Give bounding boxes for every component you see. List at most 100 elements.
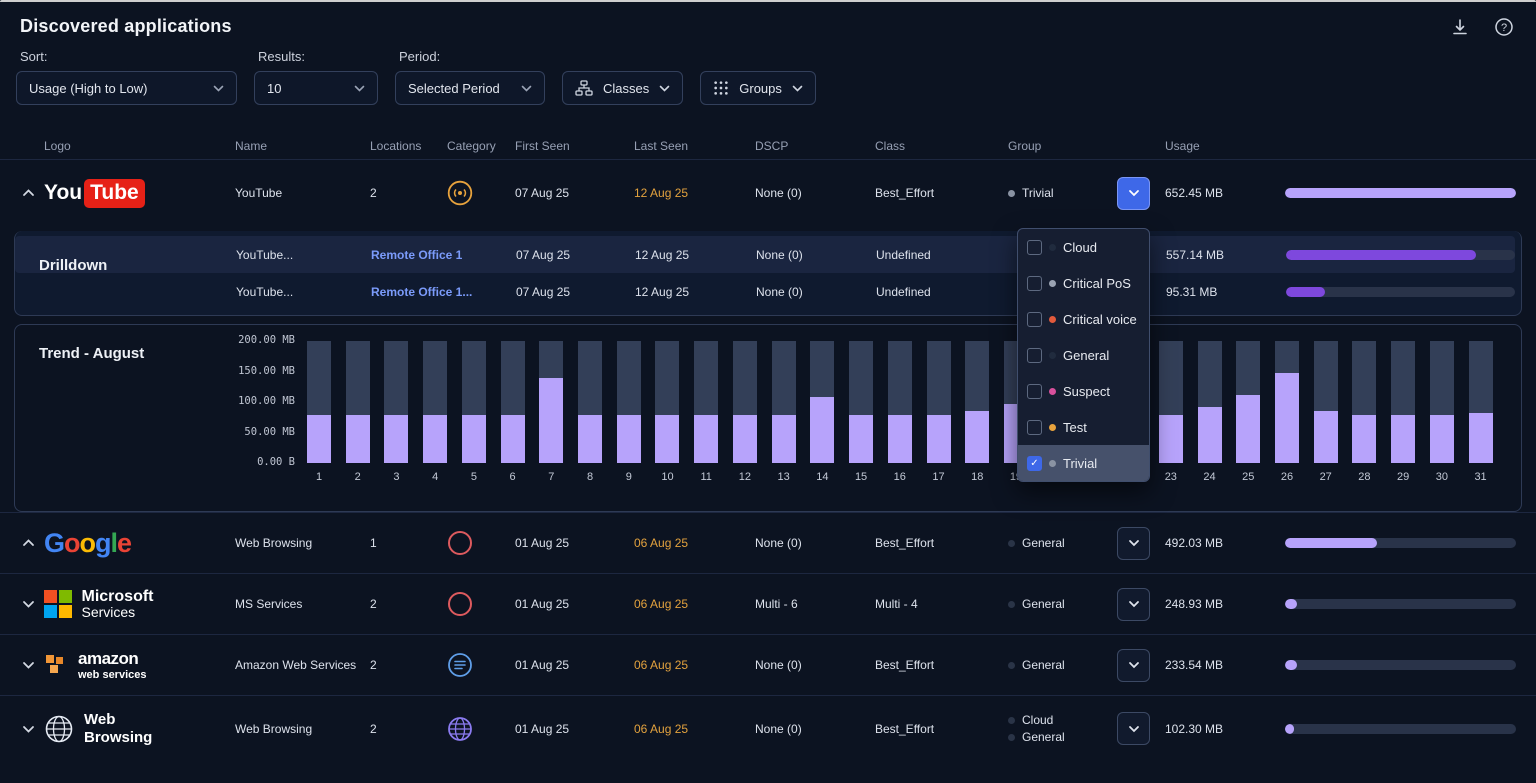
group-option-general[interactable]: General	[1018, 337, 1149, 373]
checkbox[interactable]	[1027, 348, 1042, 363]
name-cell: Amazon Web Services	[235, 658, 370, 672]
trend-x-label: 25	[1236, 471, 1260, 483]
trend-bar	[927, 341, 951, 463]
trend-x-label: 8	[578, 471, 602, 483]
chevron-down-icon[interactable]	[22, 661, 36, 669]
trend-x-label: 7	[539, 471, 563, 483]
help-icon[interactable]: ?	[1494, 17, 1514, 37]
google-logo: Google	[44, 528, 235, 559]
group-dropdown-button[interactable]	[1117, 712, 1150, 745]
chevron-up-icon[interactable]	[22, 539, 36, 547]
group-option-cloud[interactable]: Cloud	[1018, 229, 1149, 265]
google-logo-letter: G	[44, 528, 64, 558]
group-option-label: Cloud	[1063, 240, 1097, 255]
checkbox[interactable]	[1027, 384, 1042, 399]
group-color-dot	[1049, 352, 1056, 359]
trend-bar	[501, 341, 525, 463]
trend-bar	[772, 341, 796, 463]
chevron-down-icon[interactable]	[22, 600, 36, 608]
trend-x-label: 16	[888, 471, 912, 483]
amazon-logo: amazonweb services	[44, 649, 235, 681]
group-option-label: Critical voice	[1063, 312, 1137, 327]
trend-x-label: 12	[733, 471, 757, 483]
results-label: Results:	[258, 49, 378, 64]
chevron-up-icon[interactable]	[22, 189, 36, 197]
usage-value: 248.93 MB	[1165, 597, 1285, 611]
app-row-microsoft[interactable]: MicrosoftServices MS Services 2 01 Aug 2…	[0, 573, 1536, 634]
filter-bar: Sort: Usage (High to Low) Results: 10 Pe…	[0, 43, 1536, 105]
group-dropdown-button-open[interactable]	[1117, 177, 1150, 210]
group-cell: Trivial	[1008, 186, 1117, 200]
group-option-critical-pos[interactable]: Critical PoS	[1018, 265, 1149, 301]
checkbox[interactable]	[1027, 276, 1042, 291]
drill-location-link[interactable]: Remote Office 1...	[371, 285, 448, 299]
group-dropdown-button[interactable]	[1117, 527, 1150, 560]
period-select[interactable]: Selected Period	[395, 71, 545, 105]
app-row-web-browsing[interactable]: Web Browsing Web Browsing 2 01 Aug 25 06…	[0, 695, 1536, 761]
microsoft-logo-text: Microsoft	[82, 588, 154, 606]
results-select[interactable]: 10	[254, 71, 378, 105]
drilldown-row[interactable]: YouTube... Remote Office 1 07 Aug 25 12 …	[15, 236, 1515, 273]
trend-panel: Trend - August 200.00 MB150.00 MB100.00 …	[14, 324, 1522, 512]
microsoft-grid-icon	[44, 590, 72, 618]
trend-x-label: 26	[1275, 471, 1299, 483]
group-cell: General	[1008, 597, 1117, 611]
app-row-amazon[interactable]: amazonweb services Amazon Web Services 2…	[0, 634, 1536, 695]
group-dropdown-button[interactable]	[1117, 588, 1150, 621]
group-option-critical-voice[interactable]: Critical voice	[1018, 301, 1149, 337]
trend-x-label: 11	[694, 471, 718, 483]
checkbox[interactable]	[1027, 240, 1042, 255]
usage-bar	[1285, 724, 1516, 734]
app-row-youtube[interactable]: YouTube YouTube 2 07 Aug 25 12 Aug 25 No…	[0, 160, 1536, 226]
group-label: Cloud	[1022, 713, 1053, 727]
chevron-down-icon[interactable]	[22, 725, 36, 733]
group-dropdown-cell	[1117, 649, 1165, 682]
group-option-test[interactable]: Test	[1018, 409, 1149, 445]
checkbox[interactable]	[1027, 312, 1042, 327]
trend-bar	[1275, 341, 1299, 463]
group-color-dot	[1049, 316, 1056, 323]
microsoft-logo: MicrosoftServices	[44, 588, 235, 621]
last-seen-cell: 06 Aug 25	[634, 658, 755, 672]
trend-x-label: 3	[384, 471, 408, 483]
locations-cell: 1	[370, 536, 447, 550]
groups-button[interactable]: Groups	[700, 71, 816, 105]
list-icon	[447, 652, 473, 678]
group-dropdown-cell	[1117, 527, 1165, 560]
sort-label: Sort:	[20, 49, 237, 64]
trend-x-label: 18	[965, 471, 989, 483]
chevron-down-icon	[792, 85, 803, 92]
col-class: Class	[875, 139, 1008, 153]
chevron-down-icon	[213, 85, 224, 92]
globe-icon	[447, 716, 473, 742]
group-cell: General	[1008, 536, 1117, 550]
amazon-logo-text: amazon	[78, 649, 147, 669]
trend-x-label: 27	[1314, 471, 1338, 483]
trend-x-label: 15	[849, 471, 873, 483]
trend-x-label: 13	[772, 471, 796, 483]
group-option-trivial[interactable]: ✓Trivial	[1018, 445, 1149, 481]
trend-bar	[965, 341, 989, 463]
dscp-cell: None (0)	[755, 536, 875, 550]
amazon-logo-subtext: web services	[78, 669, 147, 681]
download-icon[interactable]	[1450, 17, 1470, 37]
youtube-logo-badge: Tube	[84, 179, 145, 208]
class-cell: Best_Effort	[875, 722, 1008, 736]
drill-location-link[interactable]: Remote Office 1	[371, 248, 448, 262]
app-row-google[interactable]: Google Web Browsing 1 01 Aug 25 06 Aug 2…	[0, 512, 1536, 573]
first-seen-cell: 01 Aug 25	[515, 722, 634, 736]
checkbox[interactable]	[1027, 420, 1042, 435]
classes-button[interactable]: Classes	[562, 71, 683, 105]
group-dropdown-button[interactable]	[1117, 649, 1150, 682]
sort-select[interactable]: Usage (High to Low)	[16, 71, 237, 105]
group-color-dot	[1049, 388, 1056, 395]
trend-x-label: 2	[346, 471, 370, 483]
drill-dscp: None (0)	[756, 248, 876, 262]
group-option-suspect[interactable]: Suspect	[1018, 373, 1149, 409]
checkbox[interactable]: ✓	[1027, 456, 1042, 471]
drilldown-row[interactable]: YouTube... Remote Office 1... 07 Aug 25 …	[15, 273, 1515, 310]
category-cell	[447, 652, 515, 678]
trend-bar	[307, 341, 331, 463]
col-category: Category	[447, 139, 515, 153]
usage-value: 652.45 MB	[1165, 186, 1285, 200]
